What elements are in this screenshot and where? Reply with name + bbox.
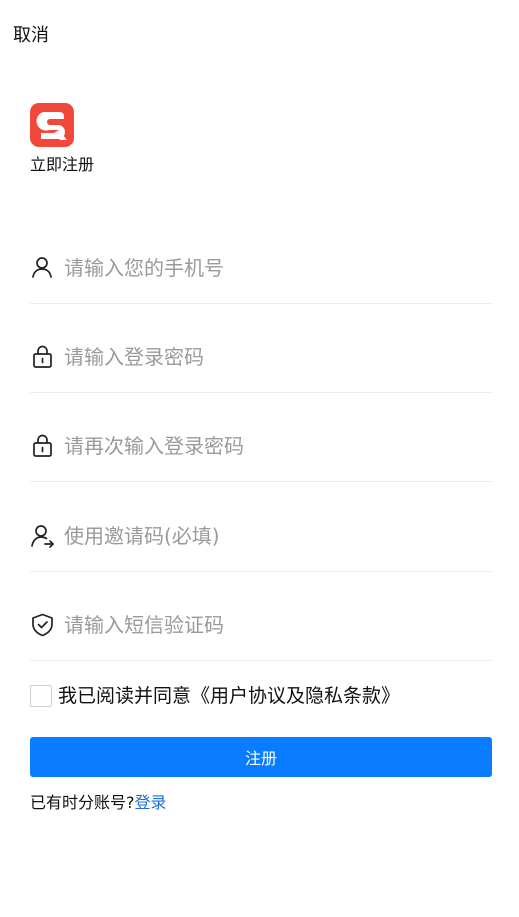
confirm-password-field xyxy=(30,411,492,482)
phone-field xyxy=(30,233,492,304)
page-title: 立即注册 xyxy=(30,155,95,174)
invite-code-input[interactable] xyxy=(64,524,464,548)
sms-code-field xyxy=(30,590,492,661)
register-button[interactable]: 注册 xyxy=(30,737,492,777)
lock-icon xyxy=(33,434,52,457)
agreement-row: 我已阅读并同意《用户协议及隐私条款》 xyxy=(30,684,400,708)
login-prompt: 已有时分账号?登录 xyxy=(30,792,167,814)
agreement-text[interactable]: 我已阅读并同意《用户协议及隐私条款》 xyxy=(58,684,400,708)
have-account-text: 已有时分账号? xyxy=(30,793,135,812)
confirm-password-input[interactable] xyxy=(64,434,464,458)
shield-check-icon xyxy=(32,613,53,637)
invite-code-field xyxy=(30,501,492,572)
lock-icon xyxy=(33,345,52,368)
user-icon xyxy=(32,257,52,278)
password-field xyxy=(30,322,492,393)
login-link[interactable]: 登录 xyxy=(135,793,167,812)
phone-input[interactable] xyxy=(64,256,464,280)
cancel-button[interactable]: 取消 xyxy=(13,24,49,48)
user-share-icon xyxy=(31,525,54,548)
agreement-checkbox[interactable] xyxy=(30,685,52,707)
sms-code-input[interactable] xyxy=(64,613,464,637)
app-logo-icon xyxy=(30,103,74,147)
password-input[interactable] xyxy=(64,345,464,369)
